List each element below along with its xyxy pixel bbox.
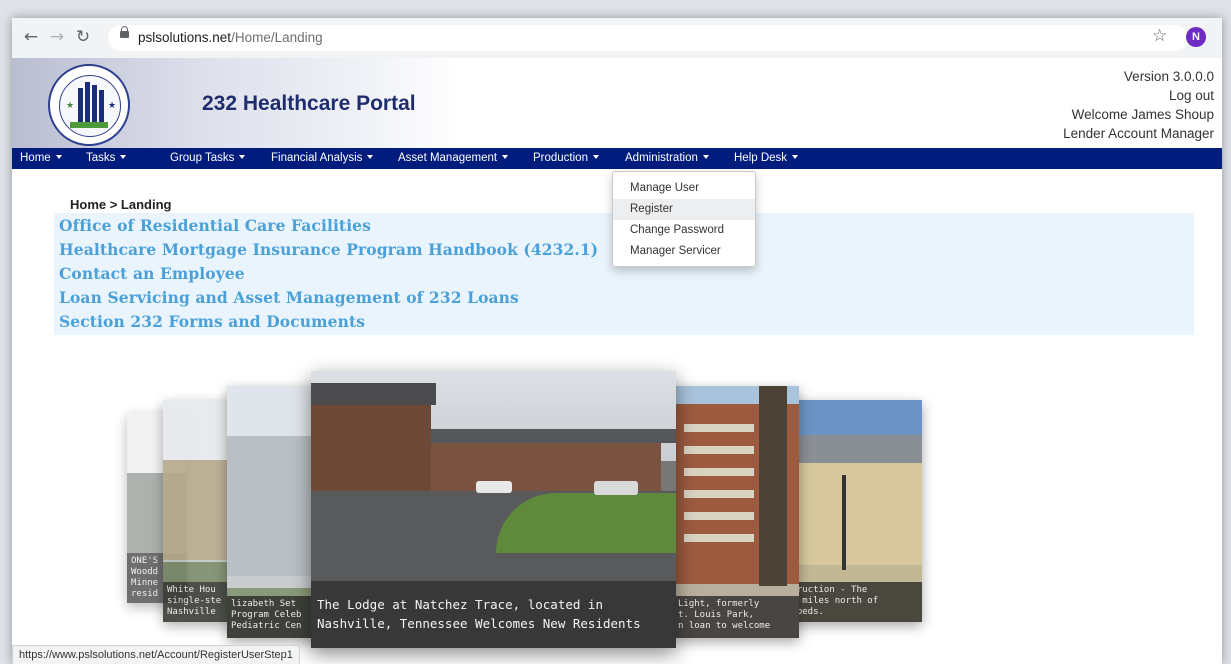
forward-arrow-icon[interactable]: → bbox=[46, 26, 68, 48]
caption-line: Pediatric Cen bbox=[231, 621, 302, 631]
menu-item-manager-servicer[interactable]: Manager Servicer bbox=[613, 241, 755, 262]
caption-line: lizabeth Set bbox=[231, 599, 297, 609]
url-host: pslsolutions.net bbox=[138, 30, 232, 45]
nav-group-tasks-label: Group Tasks bbox=[170, 152, 235, 164]
caption-line: g beds. bbox=[786, 607, 824, 617]
link-office-residential-care[interactable]: Office of Residential Care Facilities bbox=[59, 216, 371, 235]
slide-tree bbox=[759, 386, 787, 586]
caption-line: n loan to welcome bbox=[678, 621, 771, 631]
carousel-slide[interactable]: Light, formerly t. Louis Park, n loan to… bbox=[674, 386, 799, 638]
caret-down-icon bbox=[239, 155, 246, 159]
seal-building-bar bbox=[99, 90, 104, 122]
slide-building-left bbox=[311, 391, 431, 501]
logout-link[interactable]: Log out bbox=[1063, 86, 1214, 105]
nav-home-label: Home bbox=[20, 152, 51, 164]
caption-line: struction - The bbox=[786, 585, 868, 595]
slide-roof bbox=[431, 429, 676, 443]
menu-item-change-password[interactable]: Change Password bbox=[613, 220, 755, 241]
nav-financial-analysis[interactable]: Financial Analysis bbox=[271, 148, 374, 169]
nav-asset-management[interactable]: Asset Management bbox=[398, 148, 509, 169]
seal-star-icon: ★ bbox=[108, 100, 117, 110]
caret-down-icon bbox=[702, 155, 709, 159]
link-handbook[interactable]: Healthcare Mortgage Insurance Program Ha… bbox=[59, 240, 598, 259]
lock-icon bbox=[120, 26, 129, 38]
seal-building-bar bbox=[92, 85, 97, 122]
reload-icon[interactable]: ↻ bbox=[72, 26, 94, 48]
slide-car bbox=[594, 481, 638, 495]
hud-seal-logo: ★ ★ bbox=[48, 64, 130, 146]
slide-roof bbox=[792, 435, 922, 463]
slide-lamp-post bbox=[842, 475, 846, 570]
slide-lawn bbox=[496, 493, 676, 553]
nav-production-label: Production bbox=[533, 152, 588, 164]
caption-line: Program Celeb bbox=[231, 610, 302, 620]
nav-tasks[interactable]: Tasks bbox=[86, 148, 127, 169]
slide-car bbox=[476, 481, 512, 493]
portal-title: 232 Healthcare Portal bbox=[202, 92, 416, 115]
nav-production[interactable]: Production bbox=[533, 148, 599, 169]
browser-window: ← → ↻ pslsolutions.net/Home/Landing ☆ N … bbox=[12, 18, 1222, 664]
slide-windows bbox=[684, 416, 754, 556]
caret-down-icon bbox=[592, 155, 599, 159]
caption-line-1: The Lodge at Natchez Trace, located in bbox=[317, 597, 603, 612]
caret-down-icon bbox=[120, 155, 127, 159]
back-arrow-icon[interactable]: ← bbox=[20, 26, 42, 48]
nav-home[interactable]: Home bbox=[20, 148, 62, 169]
url-path: /Home/Landing bbox=[231, 30, 323, 45]
slide-caption: Light, formerly t. Louis Park, n loan to… bbox=[674, 596, 799, 638]
welcome-text: Welcome James Shoup bbox=[1071, 107, 1214, 122]
status-bar-url: https://www.pslsolutions.net/Account/Reg… bbox=[12, 645, 300, 664]
breadcrumb: Home > Landing bbox=[70, 197, 172, 212]
caret-down-icon bbox=[502, 155, 509, 159]
caption-line: 22 miles north of bbox=[786, 596, 879, 606]
slide-building bbox=[782, 455, 922, 565]
slide-caption: lizabeth Set Program Celeb Pediatric Cen bbox=[227, 596, 322, 638]
nav-help-desk[interactable]: Help Desk bbox=[734, 148, 799, 169]
link-contact-employee[interactable]: Contact an Employee bbox=[59, 264, 245, 283]
carousel-slide[interactable]: struction - The 22 miles north of g beds… bbox=[782, 400, 922, 622]
role-text: Lender Account Manager bbox=[1063, 126, 1214, 141]
menu-item-register[interactable]: Register bbox=[613, 199, 755, 220]
nav-administration-label: Administration bbox=[625, 152, 698, 164]
profile-avatar[interactable]: N bbox=[1186, 27, 1206, 47]
administration-dropdown: Manage User Register Change Password Man… bbox=[612, 171, 756, 267]
caption-line: Light, formerly bbox=[678, 599, 760, 609]
bookmark-star-icon[interactable]: ☆ bbox=[1152, 26, 1167, 46]
carousel-slide[interactable]: lizabeth Set Program Celeb Pediatric Cen bbox=[227, 386, 322, 638]
slide-roof bbox=[311, 383, 436, 405]
header-banner: ★ ★ 232 Healthcare Portal bbox=[12, 58, 462, 148]
nav-tasks-label: Tasks bbox=[86, 152, 116, 164]
nav-help-desk-label: Help Desk bbox=[734, 152, 788, 164]
nav-financial-analysis-label: Financial Analysis bbox=[271, 152, 363, 164]
link-forms-documents[interactable]: Section 232 Forms and Documents bbox=[59, 312, 365, 331]
menu-item-manage-user[interactable]: Manage User bbox=[613, 178, 755, 199]
seal-star-icon: ★ bbox=[66, 100, 75, 110]
caption-line: t. Louis Park, bbox=[678, 610, 754, 620]
caret-down-icon bbox=[792, 155, 799, 159]
nav-administration[interactable]: Administration bbox=[625, 148, 709, 169]
caption-line-2: Nashville, Tennessee Welcomes New Reside… bbox=[317, 616, 641, 631]
page-content: ★ ★ 232 Healthcare Portal Version 3.0.0.… bbox=[12, 58, 1222, 664]
nav-asset-management-label: Asset Management bbox=[398, 152, 498, 164]
caret-down-icon bbox=[55, 155, 62, 159]
slide-building bbox=[227, 436, 322, 576]
active-slide-caption: The Lodge at Natchez Trace, located in N… bbox=[311, 581, 676, 648]
address-bar[interactable]: pslsolutions.net/Home/Landing bbox=[108, 25, 1188, 51]
nav-group-tasks[interactable]: Group Tasks bbox=[170, 148, 246, 169]
version-text: Version 3.0.0.0 bbox=[1123, 69, 1214, 84]
caret-down-icon bbox=[367, 155, 374, 159]
slide-caption: struction - The 22 miles north of g beds… bbox=[782, 582, 922, 622]
address-url[interactable]: pslsolutions.net/Home/Landing bbox=[138, 30, 323, 45]
carousel-active-slide[interactable]: The Lodge at Natchez Trace, located in N… bbox=[311, 371, 676, 648]
seal-grass bbox=[70, 122, 108, 128]
main-navbar: Home Tasks Group Tasks Financial Analysi… bbox=[12, 148, 1222, 169]
browser-toolbar: ← → ↻ pslsolutions.net/Home/Landing ☆ N bbox=[12, 18, 1222, 59]
link-loan-servicing[interactable]: Loan Servicing and Asset Management of 2… bbox=[59, 288, 519, 307]
user-info: Version 3.0.0.0 Log out Welcome James Sh… bbox=[1063, 67, 1214, 143]
seal-building-bar bbox=[78, 88, 83, 122]
seal-building-bar bbox=[85, 82, 90, 122]
